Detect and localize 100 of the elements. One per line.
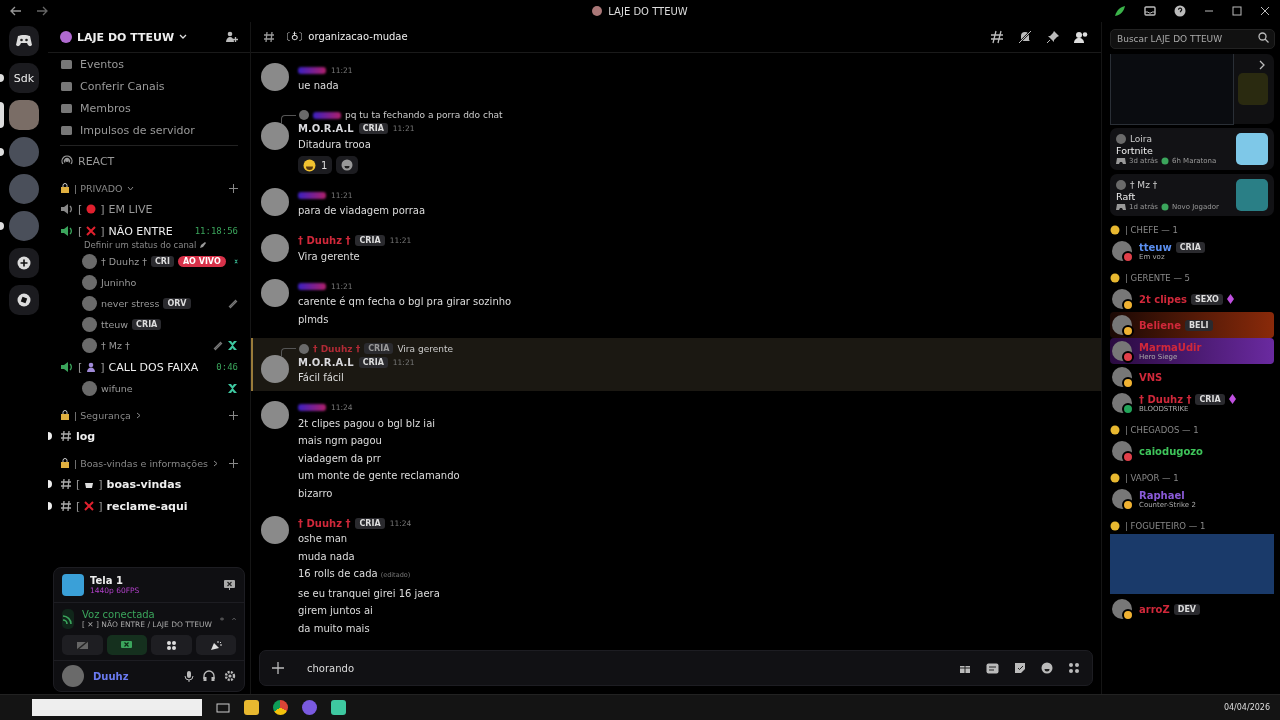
user-avatar[interactable] — [261, 188, 289, 216]
reply-text[interactable]: Vira gerente — [397, 343, 453, 354]
server-avatar[interactable] — [9, 100, 39, 130]
home-button[interactable] — [9, 26, 39, 56]
threads-icon[interactable] — [990, 30, 1004, 44]
stop-stream-icon[interactable] — [223, 579, 236, 591]
sidebar-menu-item[interactable]: Eventos — [54, 53, 244, 75]
plus-icon[interactable] — [272, 662, 284, 674]
add-member-icon[interactable] — [225, 31, 238, 43]
user-avatar[interactable] — [261, 121, 289, 150]
member-name: Raphael — [1139, 489, 1185, 501]
reaction[interactable]: 1 — [298, 156, 333, 174]
role-icon — [1110, 273, 1120, 283]
screen-share-icon — [120, 639, 134, 651]
reply-text[interactable]: pq tu ta fechando a porra ddo chat — [345, 110, 503, 120]
add-reaction-button[interactable] — [336, 156, 359, 174]
chevron-icon[interactable] — [126, 184, 134, 192]
search-field[interactable]: Buscar LAJE DO TTEUW — [1110, 29, 1275, 49]
message-author[interactable]: M.O.R.A.L — [298, 356, 354, 368]
member-name: MarmaUdir — [1139, 341, 1202, 353]
voice-channel[interactable]: [ ] CALL DOS FAIXA 0:46 — [54, 356, 244, 378]
chat-app-icon[interactable] — [302, 700, 317, 715]
voice-user[interactable]: † Duuhz † CRI AO VIVO — [54, 251, 244, 272]
category-label[interactable]: | PRIVADO — [74, 182, 123, 194]
voice-user[interactable]: tteuw CRIA — [54, 314, 244, 335]
text-channel[interactable]: [ ] boas-vindas — [54, 473, 244, 495]
member-row[interactable]: caiodugozo — [1110, 438, 1274, 464]
server-button[interactable]: Sdk — [9, 63, 39, 93]
chevron-down-icon[interactable] — [179, 34, 188, 40]
sidebar-menu-item[interactable]: Conferir Canais — [54, 75, 244, 97]
forward-arrow-icon[interactable] — [36, 6, 48, 16]
pin-icon[interactable] — [1046, 30, 1060, 44]
sticker-icon[interactable] — [1014, 662, 1026, 674]
discover-button[interactable] — [9, 285, 39, 315]
user-avatar[interactable] — [261, 516, 289, 544]
category-label[interactable]: | Boas-vindas e informações — [74, 457, 208, 469]
pencil-icon[interactable] — [199, 240, 208, 249]
close-icon[interactable] — [1260, 6, 1270, 16]
emoji-icon[interactable] — [1041, 662, 1053, 674]
hash-icon — [60, 478, 72, 490]
category-icon — [60, 457, 70, 469]
browser-icon[interactable] — [273, 700, 288, 715]
notification-mute-icon[interactable] — [1018, 30, 1032, 44]
add-server-button[interactable] — [9, 248, 39, 278]
microphone-icon[interactable] — [184, 670, 194, 682]
apps-icon[interactable] — [1068, 662, 1080, 674]
member-row[interactable]: VNS — [1110, 364, 1274, 390]
voice-user[interactable]: † Mz † — [54, 335, 244, 356]
back-arrow-icon[interactable] — [10, 6, 22, 16]
window-title: LAJE DO TTEUW — [608, 5, 688, 17]
activities-button[interactable] — [151, 635, 192, 655]
server-name[interactable]: LAJE DO TTEUW — [77, 30, 175, 44]
user-avatar[interactable] — [62, 665, 84, 687]
member-row[interactable]: arroZ DEV — [1110, 596, 1274, 622]
help-icon[interactable] — [1174, 5, 1186, 17]
screen-share-button[interactable] — [106, 635, 147, 655]
text-channel[interactable]: log — [54, 425, 244, 447]
stage-channel[interactable]: REACT — [54, 150, 244, 172]
voice-channel[interactable]: [ ] EM LIVE — [54, 198, 244, 220]
user-avatar[interactable] — [261, 400, 289, 429]
voice-user[interactable]: wifune — [54, 378, 244, 399]
message-author[interactable]: M.O.R.A.L — [298, 123, 354, 134]
game-art — [1238, 73, 1268, 105]
taskbar-date: 04/04/2026 — [1223, 703, 1270, 712]
soundboard-button[interactable] — [195, 635, 236, 655]
category-label[interactable]: | Segurança — [74, 409, 131, 421]
leaf-icon[interactable] — [1114, 5, 1126, 17]
settings-icon[interactable] — [224, 670, 236, 682]
camera-off-button[interactable] — [62, 635, 103, 655]
member-row[interactable]: Beliene BELI — [1110, 312, 1274, 338]
plus-icon[interactable] — [229, 410, 238, 420]
chevron-right-icon[interactable] — [1259, 60, 1266, 70]
user-avatar[interactable] — [261, 63, 289, 91]
server-avatar[interactable] — [9, 174, 39, 204]
user-avatar[interactable] — [261, 233, 289, 262]
user-avatar[interactable] — [261, 355, 289, 383]
user-avatar[interactable] — [261, 279, 289, 307]
voice-user[interactable]: never stress ORV — [54, 293, 244, 314]
message-text: bizarro — [298, 487, 333, 499]
channel-status-link[interactable]: Definir um status do canal — [84, 239, 197, 250]
plus-icon[interactable] — [229, 458, 238, 468]
signal-icon[interactable] — [62, 609, 74, 629]
gif-icon[interactable] — [986, 662, 999, 674]
voice-user[interactable]: Juninho — [54, 272, 244, 293]
headphones-icon[interactable] — [203, 670, 215, 682]
task-view-icon[interactable] — [216, 700, 230, 715]
members-icon[interactable] — [1074, 30, 1089, 44]
message-author[interactable]: † Duuhz † — [298, 517, 351, 529]
maximize-icon[interactable] — [1232, 6, 1242, 16]
text-channel[interactable]: [ ] reclame-aqui — [54, 495, 244, 517]
sidebar-menu-item[interactable]: Membros — [54, 97, 244, 119]
sidebar-menu-item[interactable]: Impulsos de servidor — [54, 119, 244, 141]
chevron-icon[interactable] — [211, 459, 219, 467]
message-author[interactable]: † Duuhz † — [298, 235, 351, 246]
voice-channel[interactable]: [ ] NÃO ENTRE 11:18:56 — [54, 220, 244, 242]
inbox-icon[interactable] — [1144, 5, 1156, 17]
server-avatar[interactable] — [9, 211, 39, 241]
server-avatar[interactable] — [9, 137, 39, 167]
plus-icon[interactable] — [229, 183, 238, 193]
chevron-icon[interactable] — [134, 411, 142, 419]
